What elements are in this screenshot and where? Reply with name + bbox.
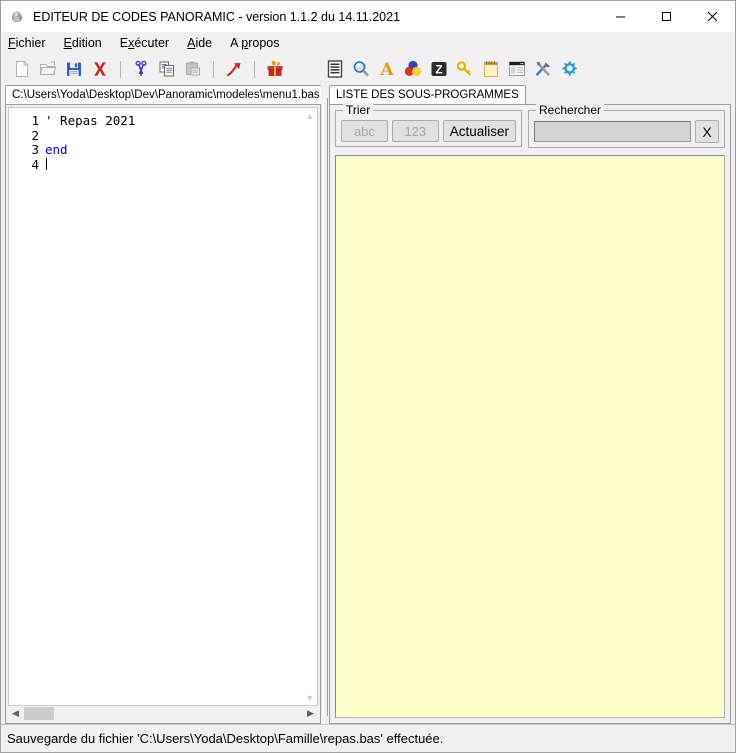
- toolbar-separator-2: [213, 60, 214, 78]
- editor-surface[interactable]: 1 ' Repas 2021 2 3 end 4 ▲ ▼: [8, 107, 318, 706]
- menu-bar: Fichier Edition Exécuter Aide A propos: [1, 32, 735, 54]
- code-line: 1 ' Repas 2021: [9, 113, 302, 129]
- open-file-icon[interactable]: [35, 56, 61, 82]
- editor-container: 1 ' Repas 2021 2 3 end 4 ▲ ▼ ◀ ▶: [5, 104, 321, 724]
- paste-icon[interactable]: [180, 56, 206, 82]
- z-box-icon[interactable]: Z: [426, 56, 452, 82]
- menu-item-edition[interactable]: Edition: [64, 34, 111, 52]
- line-content: end: [45, 142, 68, 157]
- subprograms-tabstrip: LISTE DES SOUS-PROGRAMMES: [329, 84, 731, 104]
- cut-icon[interactable]: [128, 56, 154, 82]
- scroll-left-arrow[interactable]: ◀: [8, 706, 23, 721]
- minimize-button[interactable]: [597, 1, 643, 32]
- subprograms-controls: Trier abc 123 Actualiser Rechercher X: [333, 103, 727, 154]
- main-area: C:\Users\Yoda\Desktop\Dev\Panoramic\mode…: [1, 84, 735, 724]
- editor-horizontal-scrollbar[interactable]: ◀ ▶: [8, 706, 318, 721]
- editor-tabstrip: C:\Users\Yoda\Desktop\Dev\Panoramic\mode…: [5, 84, 327, 104]
- sort-alpha-button[interactable]: abc: [341, 120, 388, 142]
- clear-search-button[interactable]: X: [695, 120, 719, 143]
- editor-tab-menu1[interactable]: C:\Users\Yoda\Desktop\Dev\Panoramic\mode…: [5, 85, 327, 104]
- search-groupbox-title: Rechercher: [536, 103, 605, 117]
- window-controls: [597, 1, 735, 32]
- sort-numeric-button[interactable]: 123: [391, 120, 439, 142]
- copy-icon[interactable]: [154, 56, 180, 82]
- panoramic-app-icon: [9, 9, 25, 25]
- subprograms-list[interactable]: [335, 155, 725, 718]
- notepad-icon[interactable]: [478, 56, 504, 82]
- svg-text:Z: Z: [435, 63, 442, 77]
- editor-vertical-scrollbar[interactable]: ▲ ▼: [302, 108, 317, 705]
- search-groupbox: Rechercher X: [528, 103, 725, 148]
- refresh-button[interactable]: Actualiser: [442, 120, 516, 142]
- title-bar: EDITEUR DE CODES PANORAMIC - version 1.1…: [1, 1, 735, 32]
- colors-icon[interactable]: [400, 56, 426, 82]
- svg-text:A: A: [379, 60, 394, 79]
- font-icon[interactable]: A: [374, 56, 400, 82]
- close-file-icon[interactable]: [87, 56, 113, 82]
- horizontal-scroll-track[interactable]: [54, 706, 303, 721]
- line-number: 2: [31, 127, 39, 143]
- code-line: 3 end: [9, 142, 302, 158]
- tab-liste-sous-programmes[interactable]: LISTE DES SOUS-PROGRAMMES: [329, 85, 526, 104]
- run-icon[interactable]: [221, 56, 247, 82]
- maximize-button[interactable]: [643, 1, 689, 32]
- scroll-up-arrow[interactable]: ▲: [303, 108, 318, 123]
- text-caret: [46, 157, 47, 170]
- gift-box-icon[interactable]: [262, 56, 288, 82]
- line-content: ' Repas 2021: [45, 113, 136, 128]
- search-icon[interactable]: [348, 56, 374, 82]
- key-icon[interactable]: [452, 56, 478, 82]
- horizontal-scroll-thumb[interactable]: [24, 707, 54, 720]
- search-input[interactable]: [534, 121, 691, 142]
- toolbar-separator-1: [120, 60, 121, 78]
- pane-splitter[interactable]: [321, 84, 329, 724]
- window-title: EDITEUR DE CODES PANORAMIC - version 1.1…: [33, 9, 401, 24]
- subprograms-pane: LISTE DES SOUS-PROGRAMMES Trier abc 123 …: [329, 84, 735, 724]
- menu-item-executer[interactable]: Exécuter: [120, 34, 178, 52]
- line-number: 4: [31, 156, 39, 172]
- list-document-icon[interactable]: [322, 56, 348, 82]
- application-window: EDITEUR DE CODES PANORAMIC - version 1.1…: [0, 0, 736, 753]
- code-line: 4: [9, 156, 302, 173]
- tools-icon[interactable]: [530, 56, 556, 82]
- gear-icon[interactable]: [556, 56, 582, 82]
- window-layout-icon[interactable]: [504, 56, 530, 82]
- save-file-icon[interactable]: [61, 56, 87, 82]
- sort-groupbox-title: Trier: [343, 103, 374, 117]
- scroll-down-arrow[interactable]: ▼: [303, 690, 318, 705]
- toolbar-separator-3: [254, 60, 255, 78]
- menu-item-fichier[interactable]: Fichier: [8, 34, 55, 52]
- code-text-area[interactable]: 1 ' Repas 2021 2 3 end 4: [9, 108, 302, 705]
- status-message: Sauvegarde du fichier 'C:\Users\Yoda\Des…: [7, 731, 444, 746]
- sort-groupbox: Trier abc 123 Actualiser: [335, 103, 522, 147]
- code-line: 2: [9, 127, 302, 144]
- line-number: 1: [31, 113, 39, 128]
- editor-pane: C:\Users\Yoda\Desktop\Dev\Panoramic\mode…: [1, 84, 327, 724]
- subprograms-container: Trier abc 123 Actualiser Rechercher X: [329, 103, 731, 724]
- scroll-right-arrow[interactable]: ▶: [303, 706, 318, 721]
- status-bar: Sauvegarde du fichier 'C:\Users\Yoda\Des…: [1, 724, 735, 752]
- close-button[interactable]: [689, 1, 735, 32]
- toolbar: A Z: [1, 54, 735, 84]
- new-file-icon[interactable]: [9, 56, 35, 82]
- menu-item-aide[interactable]: Aide: [187, 34, 221, 52]
- menu-item-a-propos[interactable]: A propos: [230, 34, 288, 52]
- line-number: 3: [31, 142, 39, 157]
